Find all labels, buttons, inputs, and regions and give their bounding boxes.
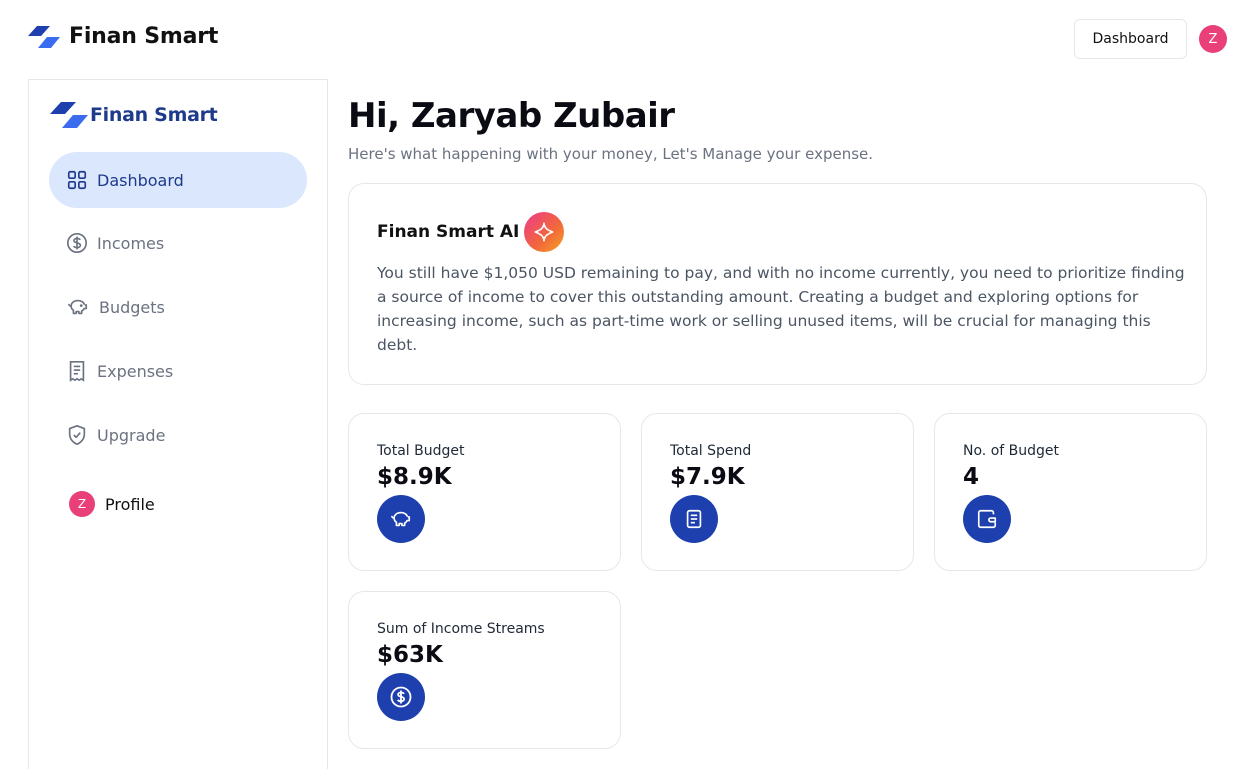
logo-icon: [50, 102, 88, 128]
header-logo[interactable]: Finan Smart: [28, 24, 218, 49]
sidebar-item-label: Dashboard: [97, 170, 184, 190]
sidebar-item-expenses[interactable]: Expenses: [49, 343, 307, 399]
header-brand-name: Finan Smart: [69, 24, 219, 49]
sidebar: Finan Smart Dashboard Incomes Budgets Ex…: [28, 79, 328, 769]
stat-card-income-streams: Sum of Income Streams $63K: [348, 591, 621, 749]
sidebar-item-budgets[interactable]: Budgets: [49, 279, 307, 335]
piggy-bank-icon: [68, 299, 88, 315]
sidebar-item-label: Upgrade: [97, 425, 166, 445]
stat-card-total-spend: Total Spend $7.9K: [641, 413, 914, 571]
sidebar-item-upgrade[interactable]: Upgrade: [49, 407, 307, 463]
sidebar-item-profile[interactable]: Z Profile: [69, 491, 155, 517]
wallet-icon: [963, 495, 1011, 543]
sidebar-item-label: Expenses: [97, 361, 174, 381]
top-bar: Finan Smart Dashboard Z: [0, 0, 1245, 78]
stat-label: Total Spend: [670, 443, 752, 459]
page-subtitle: Here's what happening with your money, L…: [348, 145, 874, 163]
sidebar-item-label: Incomes: [97, 233, 165, 253]
ai-card-header: Finan Smart AI: [377, 212, 565, 252]
dollar-circle-icon: [377, 673, 425, 721]
dollar-circle-icon: [67, 233, 87, 253]
shield-check-icon: [68, 425, 86, 445]
user-avatar[interactable]: Z: [1199, 25, 1227, 53]
sidebar-item-incomes[interactable]: Incomes: [49, 215, 307, 271]
grid-icon: [67, 170, 87, 190]
sidebar-item-dashboard[interactable]: Dashboard: [49, 152, 307, 208]
stat-card-budget-count: No. of Budget 4: [934, 413, 1207, 571]
stat-value: $8.9K: [377, 464, 452, 490]
stat-label: No. of Budget: [963, 443, 1059, 459]
sidebar-brand-name: Finan Smart: [90, 104, 218, 126]
stat-value: $63K: [377, 642, 443, 668]
sidebar-logo[interactable]: Finan Smart: [50, 102, 218, 128]
profile-avatar: Z: [69, 491, 95, 517]
stat-value: 4: [963, 464, 980, 490]
logo-icon: [28, 25, 60, 48]
dashboard-button[interactable]: Dashboard: [1074, 19, 1187, 59]
stat-label: Total Budget: [377, 443, 465, 459]
ai-insight-card: Finan Smart AI You still have $1,050 USD…: [348, 183, 1207, 385]
sidebar-item-label: Budgets: [99, 297, 165, 317]
receipt-icon: [69, 361, 85, 382]
stat-value: $7.9K: [670, 464, 745, 490]
stat-label: Sum of Income Streams: [377, 621, 545, 637]
ai-card-title: Finan Smart AI: [377, 222, 520, 242]
sparkle-icon: [524, 212, 565, 252]
ai-card-message: You still have $1,050 USD remaining to p…: [377, 264, 1185, 354]
receipt-icon: [670, 495, 718, 543]
page-title: Hi, Zaryab Zubair: [348, 96, 675, 136]
stat-card-total-budget: Total Budget $8.9K: [348, 413, 621, 571]
profile-label: Profile: [105, 494, 155, 514]
piggy-bank-icon: [377, 495, 425, 543]
